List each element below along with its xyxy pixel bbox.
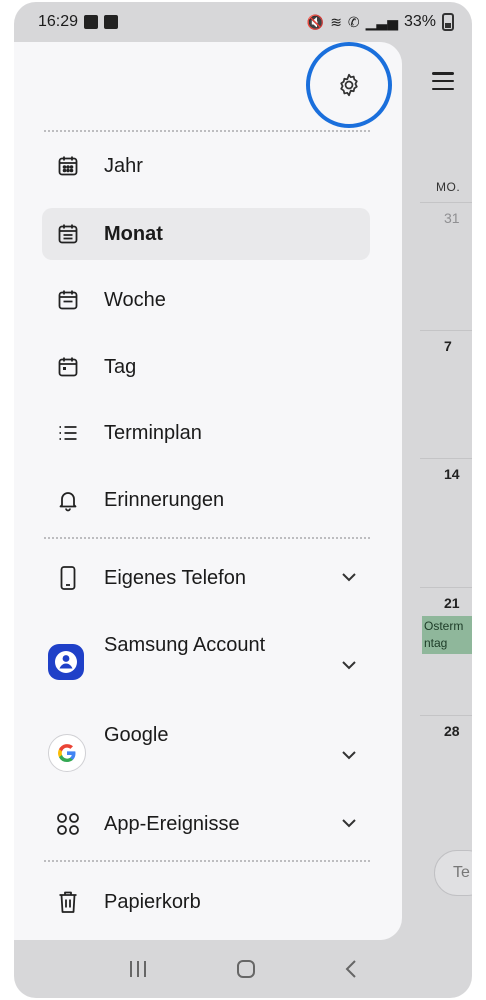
back-icon[interactable] bbox=[343, 958, 359, 980]
trash-icon bbox=[59, 891, 77, 913]
navigation-drawer: Jahr Monat Woche Tag Terminplan Erinneru… bbox=[14, 42, 402, 940]
calendar-day[interactable]: 7 bbox=[444, 338, 452, 354]
gallery-notification-icon bbox=[84, 15, 99, 29]
drawer-item-label: Jahr bbox=[104, 154, 143, 177]
calendar-day[interactable]: 28 bbox=[444, 723, 460, 739]
drawer-item-label: App-Ereignisse bbox=[104, 812, 240, 835]
battery-percent: 33% bbox=[403, 13, 436, 30]
system-navigation-bar bbox=[14, 940, 472, 998]
drawer-item-month[interactable]: Monat bbox=[42, 208, 370, 260]
calendar-day[interactable]: 14 bbox=[444, 466, 460, 482]
mute-icon: 🔇 bbox=[306, 14, 325, 30]
phone-frame: 16:29 🔇 ≋ ✆ ▁▃▅ 33% MO. 31 7 14 21 Oster… bbox=[14, 2, 472, 998]
gear-icon bbox=[340, 73, 358, 97]
google-icon bbox=[48, 734, 86, 772]
divider bbox=[44, 860, 370, 862]
drawer-account-app-events[interactable]: App-Ereignisse bbox=[42, 798, 370, 850]
chevron-down-icon[interactable] bbox=[340, 568, 358, 586]
chevron-down-icon[interactable] bbox=[340, 814, 358, 832]
drawer-item-day[interactable]: Tag bbox=[42, 341, 370, 393]
drawer-item-label: Papierkorb bbox=[104, 890, 201, 913]
calendar-day[interactable]: 31 bbox=[444, 210, 460, 226]
today-button[interactable]: Te bbox=[434, 850, 472, 896]
samsung-account-icon bbox=[48, 644, 84, 680]
status-bar: 16:29 🔇 ≋ ✆ ▁▃▅ 33% bbox=[14, 2, 472, 42]
home-icon[interactable] bbox=[235, 958, 257, 980]
drawer-item-trash[interactable]: Papierkorb bbox=[42, 876, 370, 928]
calendar-week-icon bbox=[58, 290, 78, 310]
phone-icon bbox=[60, 566, 76, 590]
drawer-item-label: Eigenes Telefon bbox=[104, 566, 246, 589]
battery-icon bbox=[442, 13, 454, 31]
hamburger-menu-icon[interactable] bbox=[432, 72, 454, 90]
drawer-item-label: Tag bbox=[104, 355, 137, 378]
check-notification-icon bbox=[104, 15, 119, 29]
drawer-item-year[interactable]: Jahr bbox=[42, 140, 370, 192]
settings-button[interactable] bbox=[306, 42, 392, 128]
drawer-item-week[interactable]: Woche bbox=[42, 274, 370, 326]
drawer-account-samsung[interactable]: Samsung Account bbox=[42, 630, 370, 700]
calendar-year-icon bbox=[58, 156, 78, 176]
calendar-day-icon bbox=[58, 357, 78, 377]
bell-icon bbox=[59, 492, 77, 512]
drawer-account-google[interactable]: Google bbox=[42, 720, 370, 790]
drawer-item-label: Monat bbox=[104, 222, 163, 245]
drawer-item-label: Erinnerungen bbox=[104, 488, 225, 511]
drawer-item-schedule[interactable]: Terminplan bbox=[42, 407, 370, 459]
list-icon bbox=[59, 426, 77, 440]
calendar-event[interactable]: Osterm ntag bbox=[422, 616, 472, 654]
drawer-account-phone[interactable]: Eigenes Telefon bbox=[42, 552, 370, 604]
recent-apps-icon[interactable] bbox=[127, 959, 149, 979]
status-time: 16:29 bbox=[38, 13, 79, 30]
apps-grid-icon bbox=[57, 813, 79, 835]
week-divider bbox=[420, 330, 472, 331]
wifi-icon: ≋ bbox=[330, 14, 342, 30]
calendar-background: MO. 31 7 14 21 Osterm ntag 28 Te bbox=[400, 42, 472, 942]
week-divider bbox=[420, 458, 472, 459]
weekday-header: MO. bbox=[436, 180, 461, 194]
calendar-month-icon bbox=[58, 224, 78, 244]
week-divider bbox=[420, 202, 472, 203]
divider bbox=[44, 130, 370, 132]
drawer-item-label: Terminplan bbox=[104, 421, 202, 444]
week-divider bbox=[420, 587, 472, 588]
drawer-item-label: Samsung Account bbox=[104, 634, 266, 656]
signal-icon: ▁▃▅ bbox=[365, 14, 398, 30]
wifi-call-icon: ✆ bbox=[347, 14, 360, 30]
calendar-day[interactable]: 21 bbox=[444, 595, 460, 611]
drawer-item-label: Google bbox=[104, 724, 169, 746]
drawer-item-reminders[interactable]: Erinnerungen bbox=[42, 474, 370, 526]
week-divider bbox=[420, 715, 472, 716]
status-right: 🔇 ≋ ✆ ▁▃▅ 33% bbox=[307, 13, 454, 31]
chevron-down-icon[interactable] bbox=[340, 656, 358, 674]
chevron-down-icon[interactable] bbox=[340, 746, 358, 764]
status-left: 16:29 bbox=[38, 13, 119, 31]
drawer-item-label: Woche bbox=[104, 288, 166, 311]
divider bbox=[44, 537, 370, 539]
